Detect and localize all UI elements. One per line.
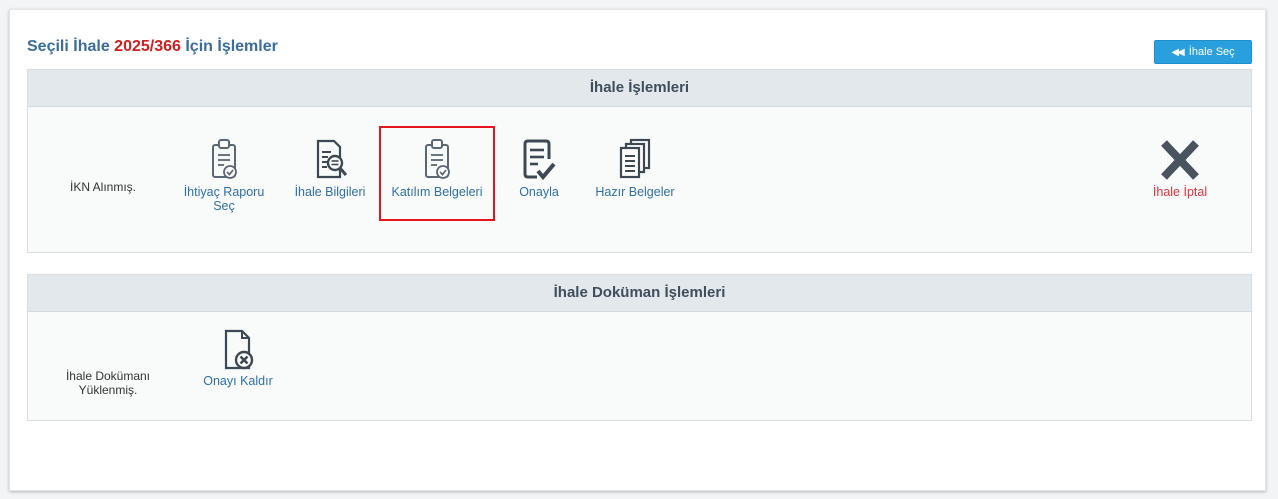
remove-approval-action[interactable]: Onayı Kaldır — [188, 328, 288, 388]
cancel-tender-label: İhale İptal — [1152, 185, 1208, 199]
x-icon — [1161, 140, 1199, 180]
tender-operations-header: İhale İşlemleri — [28, 70, 1251, 107]
remove-approval-label: Onayı Kaldır — [203, 374, 273, 388]
title-prefix: Seçili İhale — [27, 38, 110, 55]
approve-action[interactable]: Onayla — [510, 137, 568, 199]
ready-documents-action[interactable]: Hazır Belgeler — [585, 137, 685, 199]
document-status: İhale Dokümanı Yüklenmiş. — [52, 369, 164, 397]
cancel-tender-action[interactable]: İhale İptal — [1140, 137, 1220, 199]
document-status-line2: Yüklenmiş. — [78, 383, 138, 397]
clipboard-check-icon — [212, 139, 237, 179]
tender-number: 2025/366 — [114, 38, 181, 55]
select-need-report-label-line1: İhtiyaç Raporu — [183, 185, 265, 199]
tender-status: İKN Alınmış. — [70, 180, 137, 194]
highlight-frame — [379, 126, 495, 221]
title-suffix: İçin İşlemler — [185, 38, 278, 55]
select-need-report-action[interactable]: İhtiyaç Raporu Seç — [180, 137, 268, 213]
approve-label: Onayla — [519, 185, 559, 199]
tender-info-action[interactable]: İhale Bilgileri — [284, 137, 376, 199]
tender-info-label: İhale Bilgileri — [294, 185, 366, 199]
select-tender-label: İhale Seç — [1188, 46, 1235, 58]
ready-documents-label: Hazır Belgeler — [595, 185, 675, 199]
document-operations-header: İhale Doküman İşlemleri — [28, 275, 1251, 312]
document-remove-icon — [224, 329, 254, 370]
document-search-icon — [316, 139, 348, 179]
document-approve-icon — [523, 139, 556, 181]
select-need-report-label-line2: Seç — [213, 199, 235, 213]
double-chevron-left-icon: ◀◀ — [1171, 47, 1184, 58]
documents-stack-icon — [619, 138, 651, 179]
document-status-line1: İhale Dokümanı — [65, 369, 151, 383]
page-title: Seçili İhale 2025/366 İçin İşlemler — [27, 38, 278, 56]
select-tender-button[interactable]: ◀◀ İhale Seç — [1154, 40, 1252, 64]
